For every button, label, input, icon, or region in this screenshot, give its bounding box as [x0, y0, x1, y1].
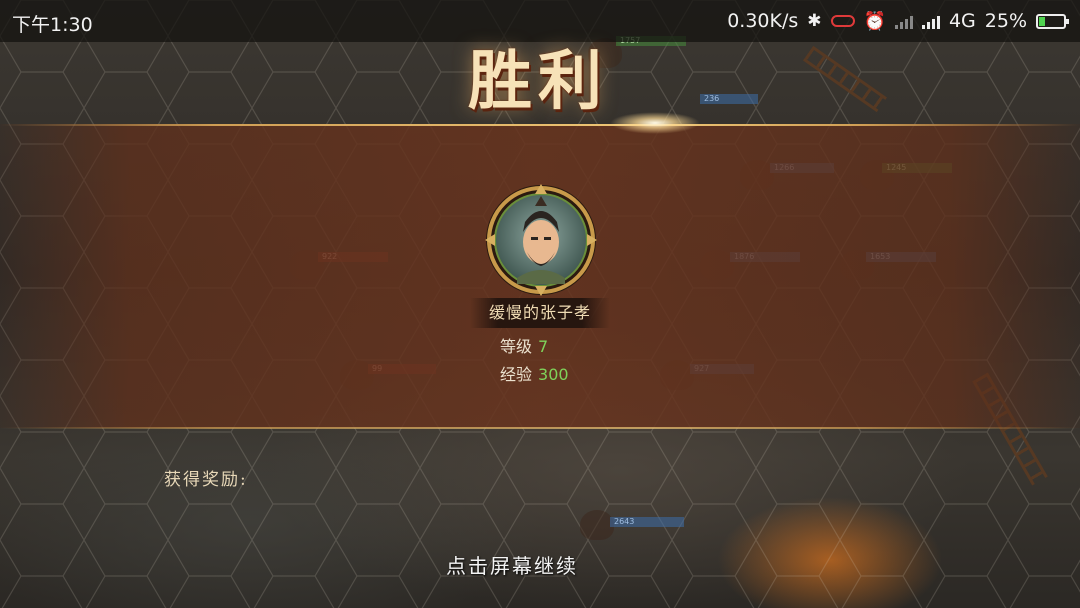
- hero-portrait[interactable]: [483, 182, 599, 298]
- data-saver-icon: [830, 15, 855, 27]
- clock: 下午1:30: [12, 14, 93, 36]
- hero-exp: 经验 300: [500, 361, 569, 385]
- victory-title: 胜利: [468, 44, 608, 119]
- exp-value: 300: [538, 365, 569, 384]
- battery-icon: [1036, 13, 1069, 29]
- hero-name: 缓慢的张子孝: [470, 298, 610, 328]
- status-icons: 0.30K/s ✱ ⏰ 4G 25%: [727, 10, 1069, 32]
- bluetooth-icon: ✱: [807, 11, 822, 31]
- level-value: 7: [538, 337, 549, 356]
- unit-hp-bar: 236: [700, 94, 758, 104]
- battery-fill: [1039, 16, 1045, 26]
- exp-label: 经验: [500, 365, 533, 384]
- panel-bottom-border: [0, 427, 1080, 429]
- soldier-unit[interactable]: [580, 510, 614, 540]
- unit-hp-bar: 2643: [610, 517, 684, 527]
- battery-percent: 25%: [984, 10, 1027, 32]
- signal-sim1-icon: [921, 13, 940, 29]
- net-speed: 0.30K/s: [727, 10, 799, 32]
- rewards-label: 获得奖励:: [164, 470, 248, 490]
- level-label: 等级: [500, 337, 533, 356]
- signal-sim2-icon: [894, 13, 913, 29]
- network-type: 4G: [948, 10, 976, 32]
- tap-to-continue[interactable]: 点击屏幕继续: [446, 550, 578, 579]
- hero-level: 等级 7: [500, 333, 548, 357]
- alarm-icon: ⏰: [863, 10, 886, 32]
